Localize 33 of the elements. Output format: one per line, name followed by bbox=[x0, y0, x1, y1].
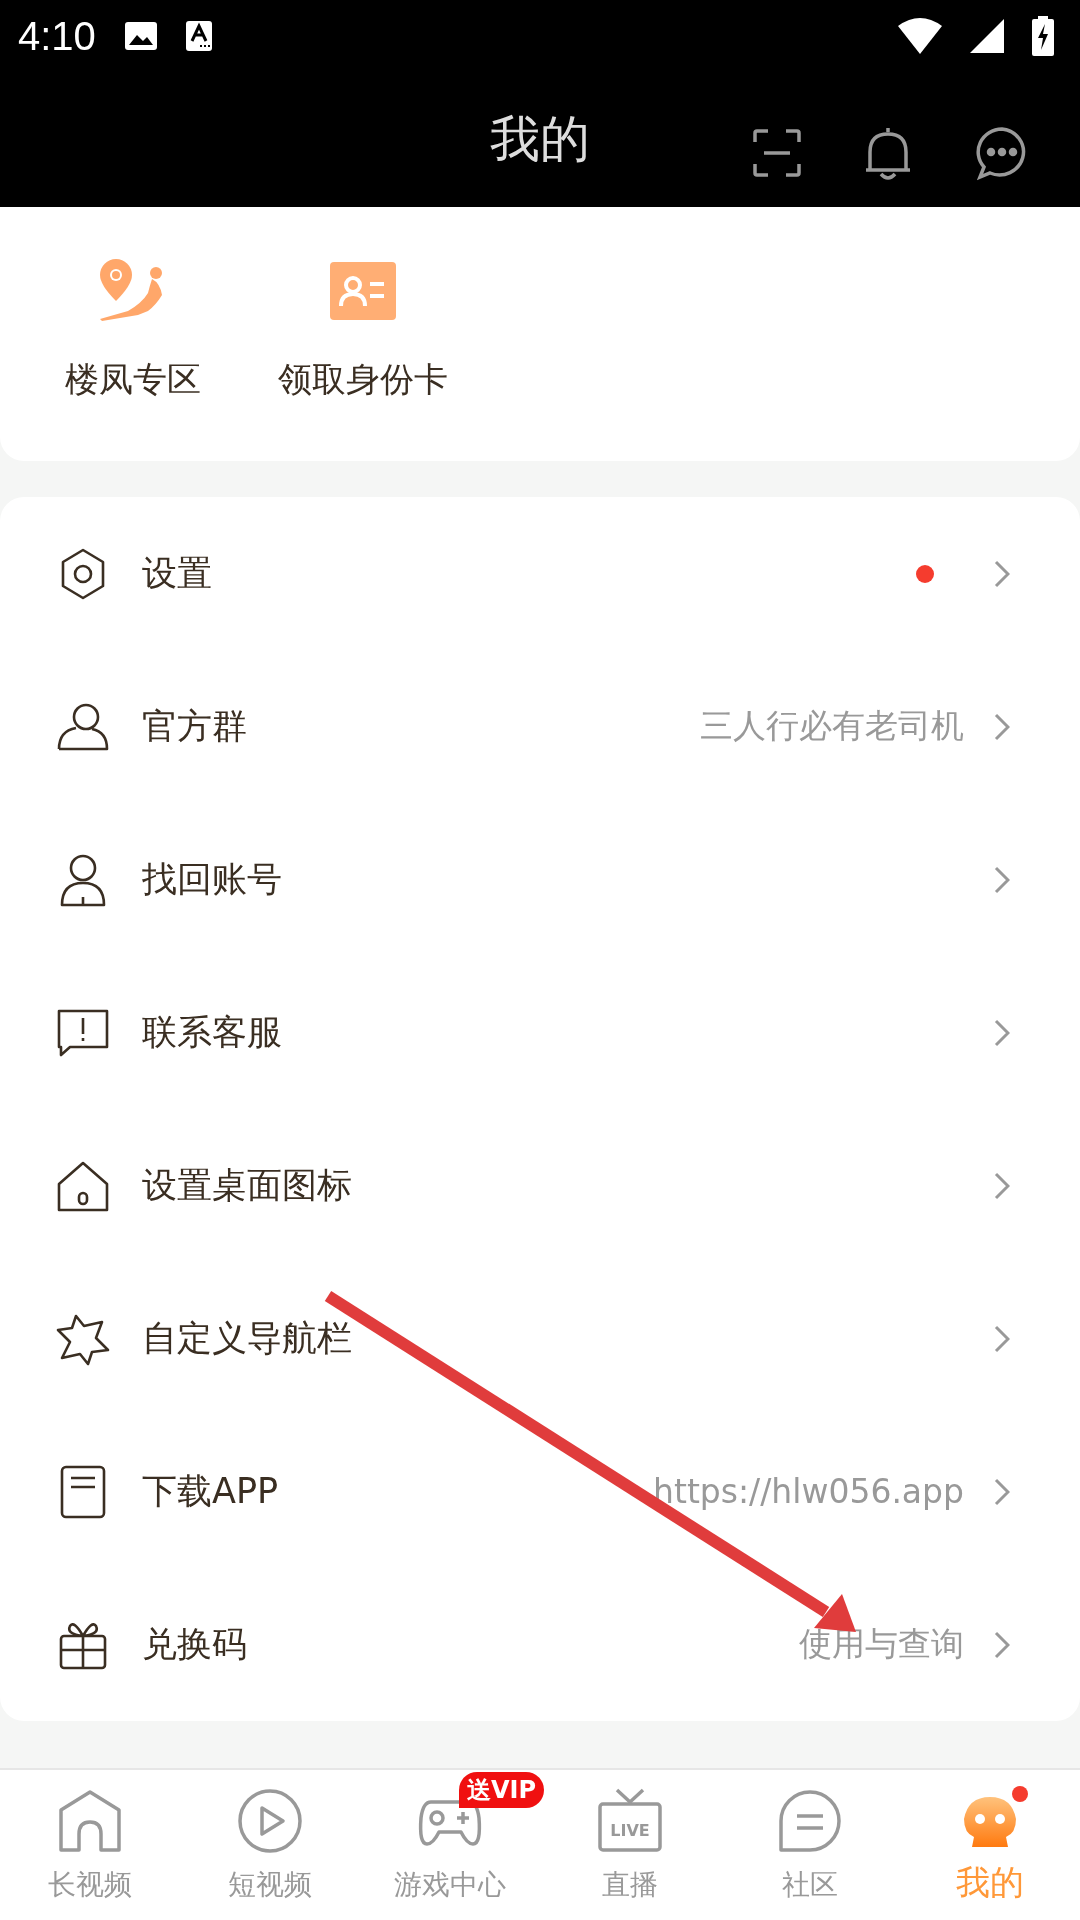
id-card-icon bbox=[330, 259, 396, 323]
chevron-icon bbox=[994, 1171, 1010, 1200]
menu-item[interactable]: 下载APP https://hlw056.app bbox=[0, 1415, 1080, 1568]
menu-item[interactable]: 兑换码 使用与查询 bbox=[0, 1568, 1080, 1721]
chevron-icon bbox=[994, 712, 1010, 741]
menu-item[interactable]: 官方群 三人行必有老司机 bbox=[0, 650, 1080, 803]
menu-item[interactable]: 联系客服 bbox=[0, 956, 1080, 1109]
scan-icon[interactable] bbox=[752, 128, 802, 178]
play-icon bbox=[237, 1788, 303, 1854]
live-label: LIVE bbox=[610, 1821, 650, 1840]
chevron-icon bbox=[994, 1324, 1010, 1353]
chevron-icon bbox=[994, 1018, 1010, 1047]
battery-icon bbox=[1032, 16, 1054, 56]
menu-item[interactable]: 自定义导航栏 bbox=[0, 1262, 1080, 1415]
image-icon bbox=[123, 21, 158, 51]
menu-item[interactable]: 设置桌面图标 bbox=[0, 1109, 1080, 1262]
signal-icon bbox=[970, 19, 1004, 53]
wifi-icon bbox=[898, 18, 942, 54]
page-title: 我的 bbox=[490, 109, 590, 170]
menu-item[interactable]: 设置 bbox=[0, 497, 1080, 650]
chevron-icon bbox=[994, 1477, 1010, 1506]
menu-item[interactable]: 找回账号 bbox=[0, 803, 1080, 956]
clock: 4:10 bbox=[18, 13, 96, 59]
shortcut-item[interactable]: 楼凤专区 bbox=[38, 259, 228, 461]
promo-badge: 送VIP bbox=[459, 1772, 545, 1808]
tv-icon bbox=[598, 1788, 662, 1852]
chat-icon bbox=[777, 1788, 843, 1854]
chevron-icon bbox=[994, 559, 1010, 588]
chevron-icon bbox=[994, 865, 1010, 894]
house-icon bbox=[57, 1788, 123, 1854]
shortcut-item[interactable]: 领取身份卡 bbox=[268, 259, 458, 461]
chevron-icon bbox=[994, 1630, 1010, 1659]
font-icon bbox=[185, 21, 212, 51]
